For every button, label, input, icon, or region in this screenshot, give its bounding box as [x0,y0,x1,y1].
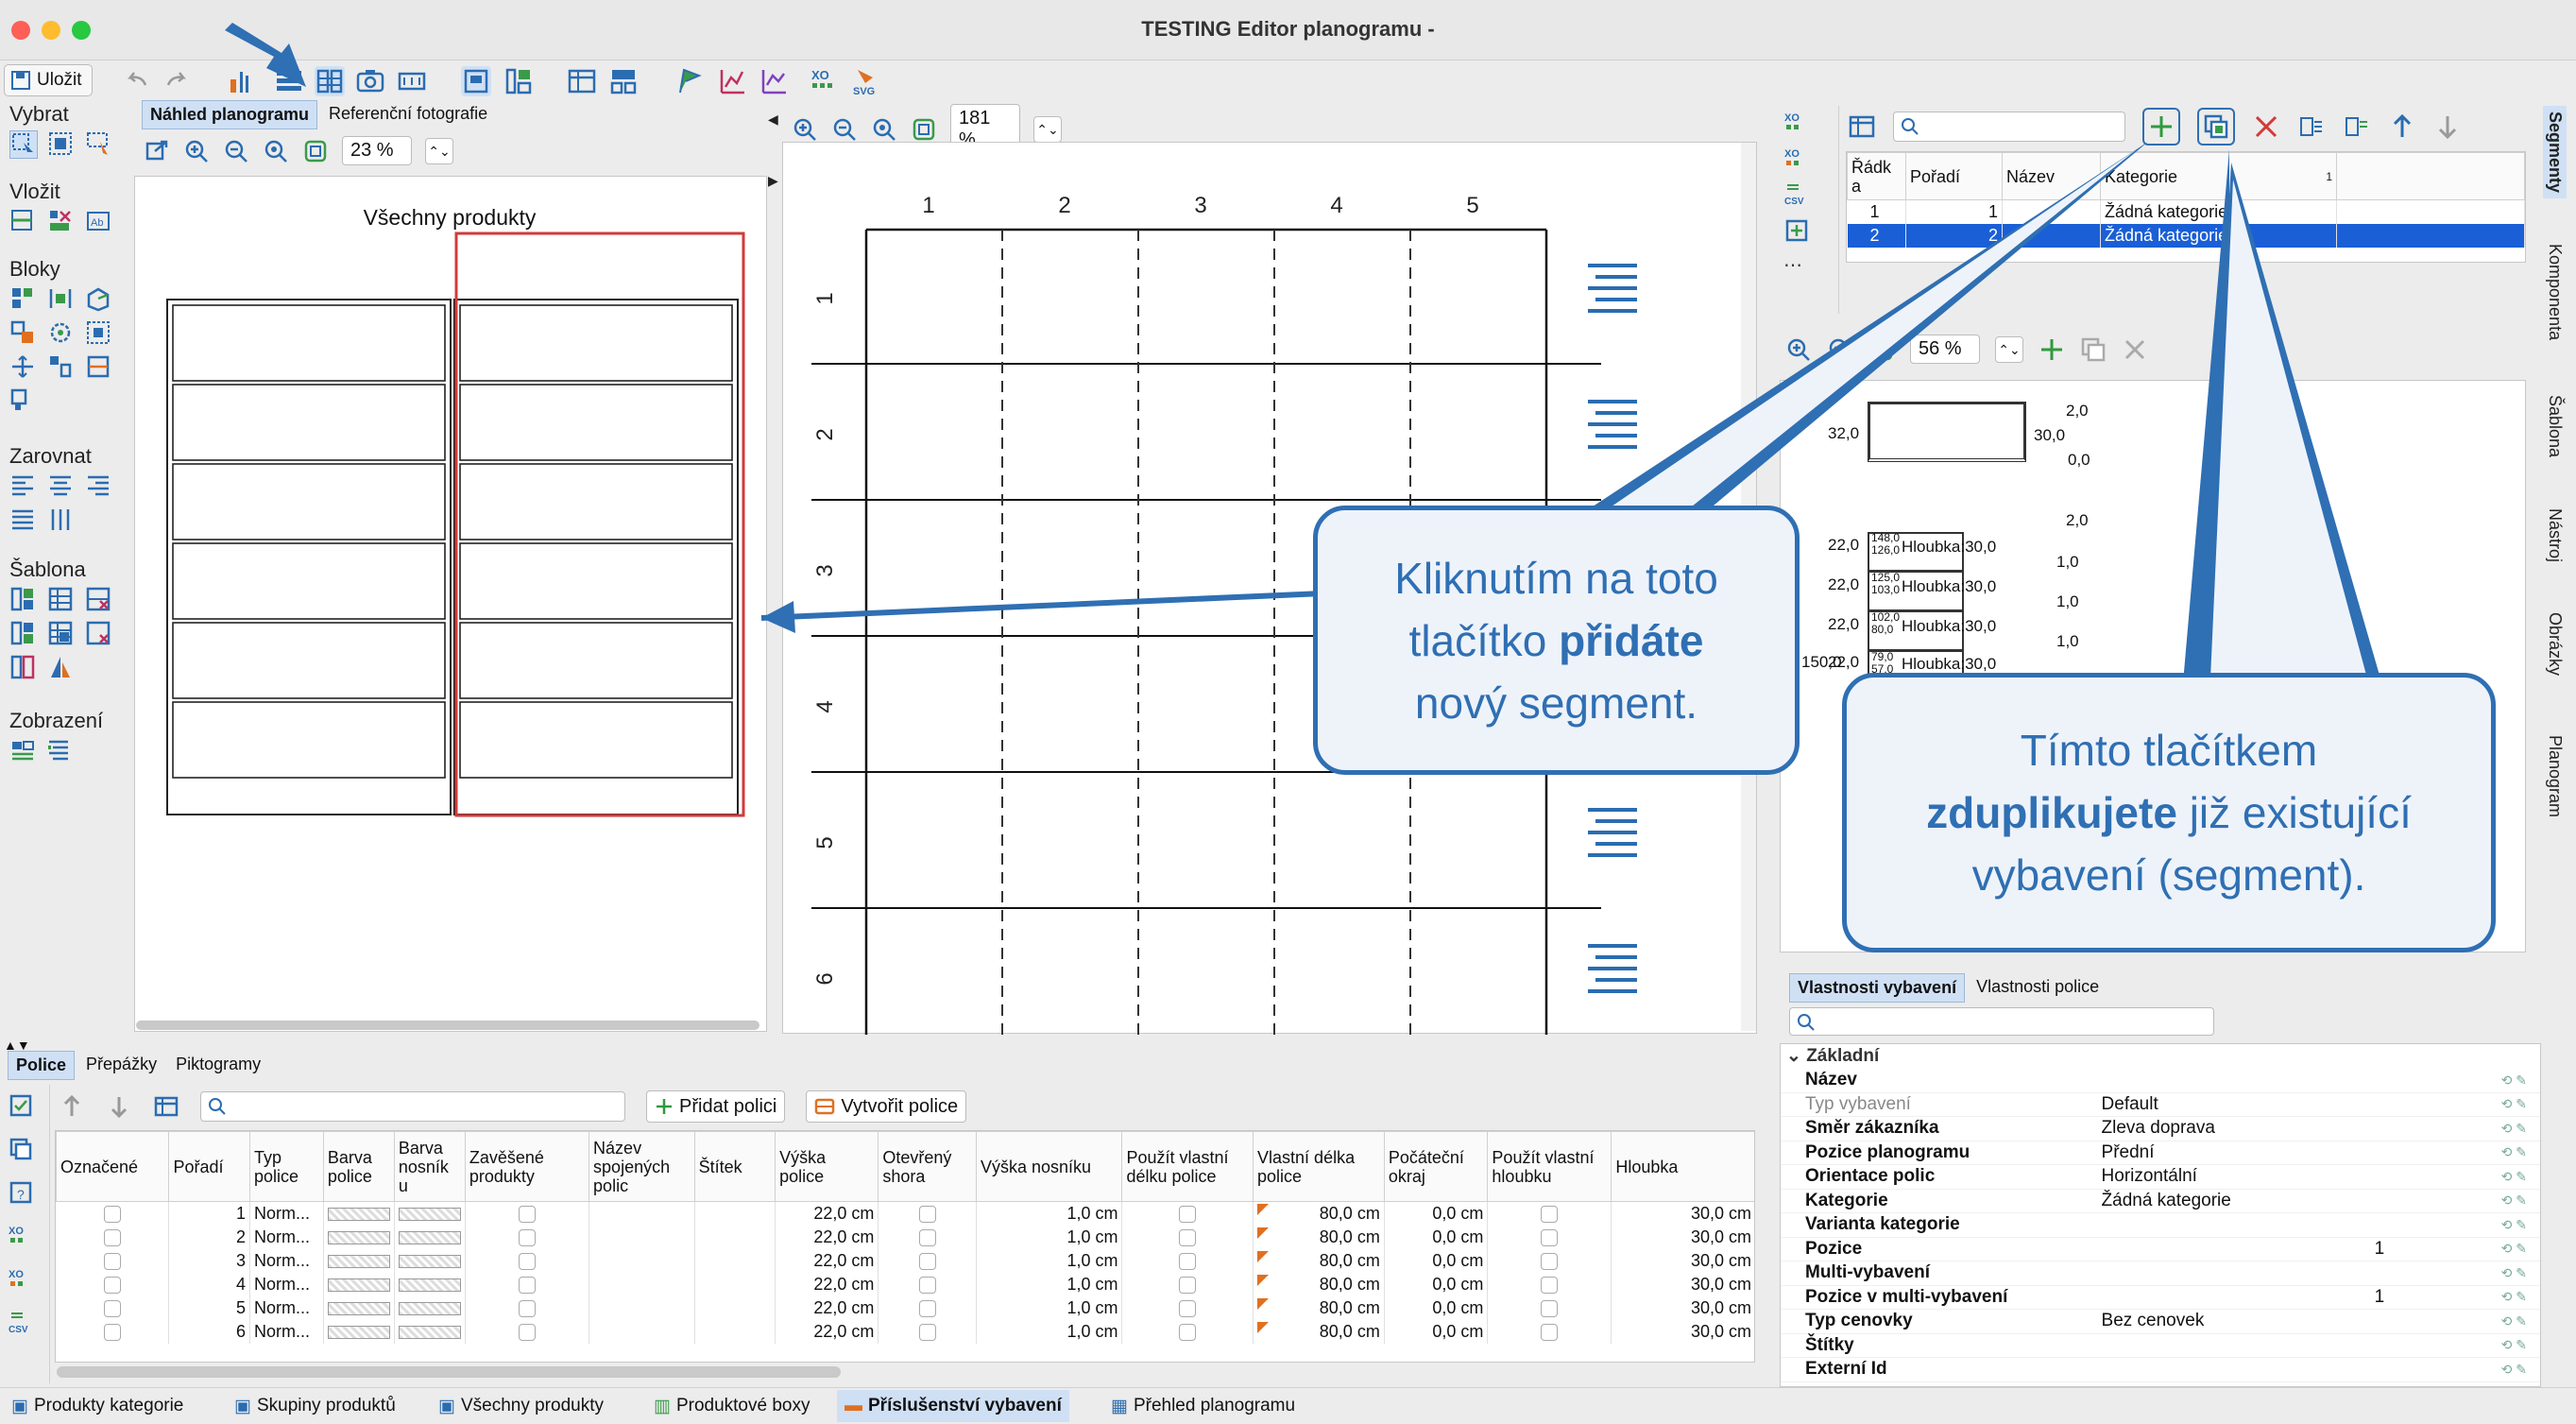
duplicate-segment-callout: Tímto tlačítkem zduplikujete již existuj… [1842,673,2496,952]
callout-line: Tímto tlačítkem [2020,726,2318,775]
callout-line: nový segment. [1414,678,1698,728]
add-segment-callout: Kliknutím na toto tlačítko přidáte nový … [1313,506,1800,775]
callout-emphasis: přidáte [1559,615,1704,665]
callout-line: zduplikujete již existující [1847,781,2491,844]
callout-emphasis: zduplikujete [1926,788,2177,837]
callout-text: již existující [2176,788,2412,837]
callout-line: vybavení (segment). [1971,850,2366,900]
callout-line: tlačítko přidáte [1318,609,1795,672]
callout-text: tlačítko [1408,615,1560,665]
callout-line: Kliknutím na toto [1394,553,1718,603]
